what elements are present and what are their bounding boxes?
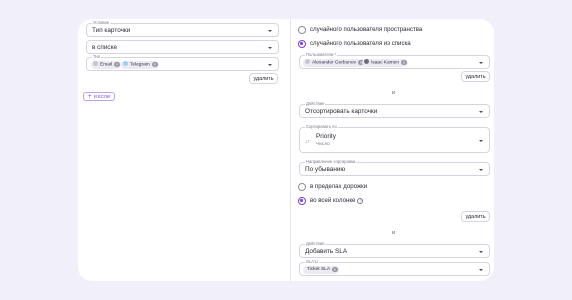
sort-direction-select[interactable]: Направление сортировки По убыванию bbox=[299, 159, 490, 176]
delete-action-button-1[interactable]: удалить bbox=[461, 71, 490, 82]
sort-direction-label: Направление сортировки bbox=[305, 159, 357, 165]
sla-multiselect[interactable]: SLA'ы Ticket SLA × bbox=[299, 259, 490, 276]
chevron-down-icon bbox=[268, 63, 272, 66]
operator-select[interactable]: в списке bbox=[86, 40, 279, 54]
radio-whole-column[interactable] bbox=[298, 197, 306, 205]
close-icon[interactable]: × bbox=[114, 61, 120, 68]
type-label: Тип bbox=[92, 54, 101, 60]
close-icon[interactable]: × bbox=[151, 61, 158, 68]
chevron-down-icon bbox=[479, 61, 483, 64]
action-value-1: Отсортировать карточки bbox=[305, 107, 378, 115]
radio-random-space-user[interactable] bbox=[298, 26, 306, 34]
condition-label: Условие bbox=[92, 20, 111, 26]
action-label-1: Действие bbox=[305, 101, 326, 107]
avatar bbox=[364, 58, 369, 64]
users-label: Пользователи * bbox=[305, 52, 338, 58]
help-icon[interactable]: ? bbox=[357, 197, 364, 204]
chevron-down-icon bbox=[479, 139, 483, 142]
radio-within-lane-label: в пределах дорожки bbox=[310, 183, 368, 190]
sort-by-value: Priority bbox=[316, 133, 336, 140]
sort-icon: ↓↑ bbox=[305, 139, 310, 145]
avatar bbox=[305, 58, 310, 64]
chevron-down-icon bbox=[268, 46, 272, 49]
radio-random-list-user-label: случайного пользователя из списка bbox=[310, 40, 411, 47]
and-separator-1: и bbox=[392, 90, 396, 96]
action-value-2: Добавить SLA bbox=[305, 247, 348, 255]
chip-ticket-sla: Ticket SLA × bbox=[303, 265, 340, 274]
chevron-down-icon bbox=[268, 29, 272, 32]
condition-value: Тип карточки bbox=[92, 26, 131, 34]
close-icon[interactable]: × bbox=[401, 59, 407, 66]
sla-label: SLA'ы bbox=[305, 259, 319, 265]
sort-by-label: Сортировать по bbox=[305, 124, 338, 130]
and-separator-2: и bbox=[392, 230, 396, 236]
action-select-1[interactable]: Действие Отсортировать карточки bbox=[299, 101, 490, 118]
condition-select[interactable]: Условие Тип карточки bbox=[86, 20, 279, 37]
radio-random-list-user[interactable] bbox=[298, 40, 306, 48]
operator-value: в списке bbox=[92, 43, 118, 51]
radio-within-lane[interactable] bbox=[298, 183, 306, 191]
chip-email: Email × bbox=[91, 60, 121, 69]
radio-whole-column-label: во всей колонке? bbox=[310, 197, 364, 204]
telegram-icon bbox=[123, 60, 128, 66]
chip-user-alexander: Alexander Gorbunov × bbox=[303, 58, 365, 67]
sort-direction-value: По убыванию bbox=[305, 165, 346, 173]
sort-by-subtitle: Число bbox=[316, 142, 330, 147]
chip-user-isaac: Isaac Kamen × bbox=[362, 58, 408, 67]
chevron-down-icon bbox=[479, 168, 483, 171]
plus-icon: + bbox=[88, 94, 92, 100]
action-label-2: Действие bbox=[305, 241, 326, 247]
add-if-button[interactable]: + И ЕСЛИ bbox=[83, 92, 115, 101]
delete-action-button-2[interactable]: удалить bbox=[461, 211, 490, 222]
chevron-down-icon bbox=[479, 268, 483, 271]
email-icon bbox=[93, 60, 98, 66]
close-icon[interactable]: × bbox=[332, 266, 338, 273]
chevron-down-icon bbox=[479, 250, 483, 253]
delete-condition-button[interactable]: удалить bbox=[249, 73, 278, 84]
chevron-down-icon bbox=[479, 110, 483, 113]
action-select-2[interactable]: Действие Добавить SLA bbox=[299, 241, 490, 258]
chip-telegram: Telegram × bbox=[121, 60, 159, 69]
column-divider bbox=[290, 19, 291, 281]
users-multiselect[interactable]: Пользователи * Alexander Gorbunov × Isaa… bbox=[299, 52, 490, 69]
type-multiselect[interactable]: Тип Email × Telegram × bbox=[86, 54, 279, 71]
sort-by-select[interactable]: Сортировать по ↓↑ Priority Число bbox=[299, 124, 490, 153]
radio-random-space-user-label: случайного пользователя пространства bbox=[310, 26, 423, 33]
